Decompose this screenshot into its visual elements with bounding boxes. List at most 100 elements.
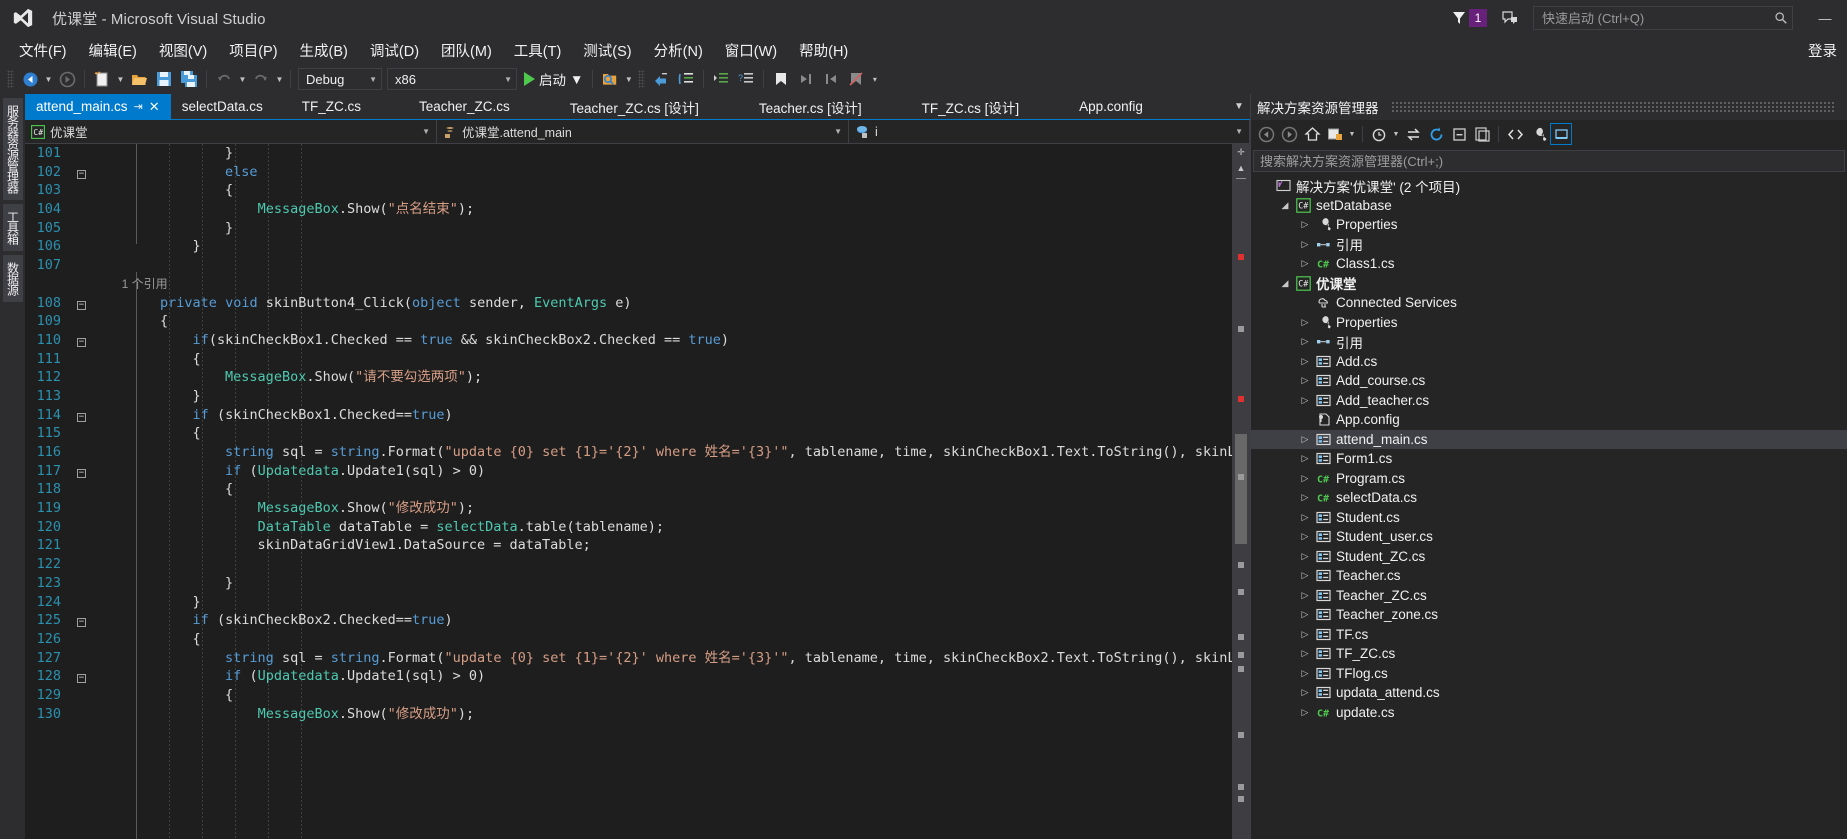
solution-tree-item[interactable]: ▷ TFlog.cs [1251, 664, 1847, 684]
document-tab-tf-zc[interactable]: TF_ZC.cs [273, 94, 389, 119]
menu-item-project[interactable]: 项目(P) [218, 37, 288, 64]
solution-tree-item[interactable]: ▷ 引用 [1251, 332, 1847, 352]
document-tab-teacher-zc[interactable]: Teacher_ZC.cs [388, 94, 540, 119]
navigate-backward-icon[interactable] [18, 67, 42, 91]
codelens-reference-count[interactable]: 1 个引用 [95, 277, 168, 291]
chevron-down-icon[interactable]: ◢ [1277, 200, 1293, 211]
collapse-minus-icon[interactable]: − [77, 169, 86, 179]
sync-with-active-document-icon[interactable] [1402, 123, 1424, 145]
back-icon[interactable] [1255, 123, 1277, 145]
solution-tree-item[interactable]: ▷ Form1.cs [1251, 449, 1847, 469]
fold-gutter[interactable]: − [71, 462, 95, 481]
pending-changes-icon[interactable] [1368, 123, 1390, 145]
document-tab-teacher-design[interactable]: Teacher.cs [设计] [728, 94, 892, 119]
chevron-right-icon[interactable]: ▷ [1297, 317, 1313, 328]
solution-configuration-combo[interactable]: Debug ▼ [298, 68, 382, 90]
menu-item-team[interactable]: 团队(M) [430, 37, 503, 64]
decrease-indent-icon[interactable]: ? [734, 67, 758, 91]
solution-tree-item[interactable]: ▷ Student_user.cs [1251, 527, 1847, 547]
chevron-right-icon[interactable]: ▷ [1297, 473, 1313, 484]
save-icon[interactable] [152, 67, 176, 91]
code-editor[interactable]: 101 } 102− else 103 {104 MessageBox.Show("… [25, 144, 1232, 839]
collapse-minus-icon[interactable]: − [77, 337, 86, 347]
collapse-minus-icon[interactable]: − [77, 412, 86, 422]
notification-group[interactable]: 1 [1451, 9, 1487, 27]
menu-item-edit[interactable]: 编辑(E) [78, 37, 148, 64]
document-tab-teacher-zc-design[interactable]: Teacher_ZC.cs [设计] [539, 94, 729, 119]
properties-icon[interactable] [1527, 123, 1549, 145]
scrollbar-thumb[interactable] [1235, 434, 1247, 544]
redo-dropdown-icon[interactable]: ▼ [274, 75, 285, 84]
navigate-forward-icon[interactable] [55, 67, 79, 91]
chevron-right-icon[interactable]: ▷ [1297, 512, 1313, 523]
chevron-right-icon[interactable]: ▷ [1297, 609, 1313, 620]
menu-item-debug[interactable]: 调试(D) [359, 37, 430, 64]
chevron-right-icon[interactable]: ▷ [1297, 258, 1313, 269]
collapse-minus-icon[interactable]: − [77, 618, 86, 628]
chevron-right-icon[interactable]: ▷ [1297, 551, 1313, 562]
chevron-right-icon[interactable]: ▷ [1297, 453, 1313, 464]
document-tab-tf-zc-design[interactable]: TF_ZC.cs [设计] [891, 94, 1050, 119]
tab-overflow-icon[interactable]: ▼ [1228, 94, 1250, 119]
start-debug-button[interactable]: 启动 ▼ [520, 69, 587, 89]
clear-bookmarks-icon[interactable] [844, 67, 868, 91]
collapse-minus-icon[interactable]: − [77, 674, 86, 684]
sign-in-link[interactable]: 登录 [1808, 40, 1847, 61]
solution-tree-item[interactable]: ▷ Student.cs [1251, 508, 1847, 528]
scroll-up-arrow-icon[interactable]: ▲ [1232, 160, 1250, 176]
notification-badge[interactable]: 1 [1469, 9, 1487, 27]
minimize-button[interactable]: — [1811, 7, 1839, 29]
solution-tree-item[interactable]: ▷ 引用 [1251, 235, 1847, 255]
comment-block-icon[interactable] [649, 67, 673, 91]
solution-tree-item[interactable]: ▷ updata_attend.cs [1251, 683, 1847, 703]
toggle-bookmark-icon[interactable] [769, 67, 793, 91]
uncomment-block-icon[interactable] [674, 67, 698, 91]
navbar-member-combo[interactable]: i ▼ [849, 120, 1250, 143]
fold-gutter[interactable]: − [71, 611, 95, 630]
solution-tree-item[interactable]: App.config [1251, 410, 1847, 430]
chevron-right-icon[interactable]: ▷ [1297, 531, 1313, 542]
open-file-icon[interactable] [127, 67, 151, 91]
close-icon[interactable]: ✕ [149, 99, 160, 115]
view-code-icon[interactable] [1504, 123, 1526, 145]
home-icon[interactable] [1301, 123, 1323, 145]
solution-tree[interactable]: 解决方案'优课堂' (2 个项目) ◢ C# setDatabase ▷ Properti… [1251, 174, 1847, 839]
chevron-right-icon[interactable]: ▷ [1297, 668, 1313, 679]
document-tab-app-config[interactable]: App.config [1049, 94, 1173, 119]
switch-views-dropdown-icon[interactable]: ▼ [1347, 131, 1357, 138]
solution-tree-item[interactable]: ▷ Properties [1251, 313, 1847, 333]
chevron-right-icon[interactable]: ▷ [1297, 687, 1313, 698]
fold-gutter[interactable]: − [71, 667, 95, 686]
pending-changes-dropdown-icon[interactable]: ▼ [1391, 131, 1401, 138]
navigate-backward-dropdown-icon[interactable]: ▼ [43, 75, 54, 84]
chevron-right-icon[interactable]: ▷ [1297, 570, 1313, 581]
refresh-icon[interactable] [1425, 123, 1447, 145]
menu-item-window[interactable]: 窗口(W) [714, 37, 788, 64]
previous-bookmark-icon[interactable] [794, 67, 818, 91]
chevron-right-icon[interactable]: ▷ [1297, 395, 1313, 406]
menu-item-build[interactable]: 生成(B) [289, 37, 359, 64]
solution-explorer-search-input[interactable] [1260, 153, 1838, 169]
solution-tree-item[interactable]: ◢ C# 优课堂 [1251, 274, 1847, 294]
collapse-minus-icon[interactable]: − [77, 300, 86, 310]
collapse-minus-icon[interactable]: − [77, 468, 86, 478]
increase-indent-icon[interactable] [709, 67, 733, 91]
chevron-right-icon[interactable]: ▷ [1297, 629, 1313, 640]
undo-dropdown-icon[interactable]: ▼ [237, 75, 248, 84]
menu-item-test[interactable]: 测试(S) [572, 37, 642, 64]
document-tab-selectdata[interactable]: selectData.cs [170, 94, 274, 119]
solution-tree-item[interactable]: ▷ C# selectData.cs [1251, 488, 1847, 508]
solution-tree-item[interactable]: ▷ Student_ZC.cs [1251, 547, 1847, 567]
menu-item-help[interactable]: 帮助(H) [788, 37, 859, 64]
dock-tab-server-explorer[interactable]: 服务器资源管理器 [2, 98, 23, 200]
new-project-icon[interactable] [90, 67, 114, 91]
chevron-right-icon[interactable]: ▷ [1297, 356, 1313, 367]
collapse-all-icon[interactable] [1448, 123, 1470, 145]
chevron-right-icon[interactable]: ▷ [1297, 336, 1313, 347]
solution-explorer-search-box[interactable] [1253, 150, 1845, 172]
solution-tree-item[interactable]: ▷ Add_teacher.cs [1251, 391, 1847, 411]
chevron-right-icon[interactable]: ▷ [1297, 648, 1313, 659]
solution-tree-item[interactable]: ▷ attend_main.cs [1251, 429, 1847, 449]
navbar-project-combo[interactable]: C# 优课堂 ▼ [25, 120, 437, 143]
fold-gutter[interactable]: − [71, 331, 95, 350]
